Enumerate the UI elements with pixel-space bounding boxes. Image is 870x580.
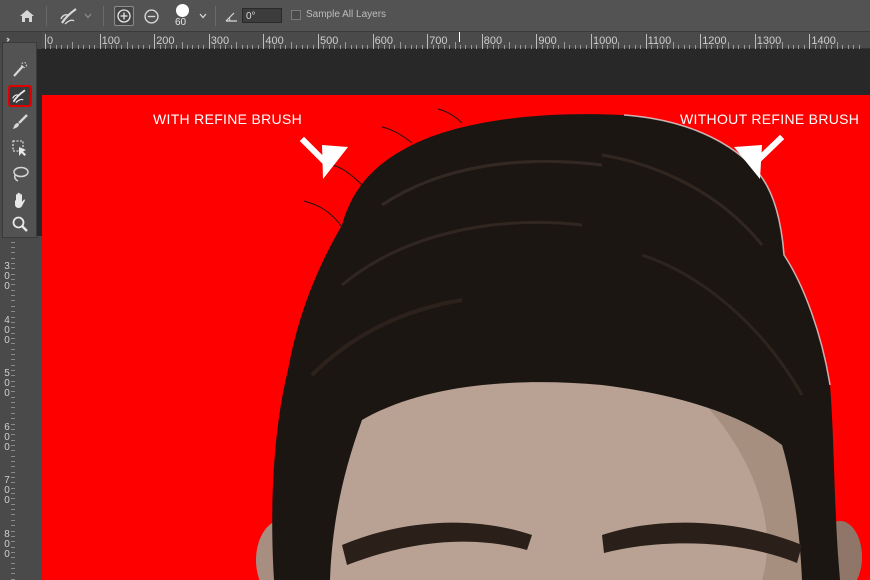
ruler-cursor-marker [459,32,460,42]
brush-size-value: 60 [175,17,187,28]
brush-dot-icon [175,4,189,17]
refine-edge-brush-tool[interactable] [8,85,32,107]
ruler-major-tick [318,34,319,49]
ruler-major-tick [154,34,156,49]
tool-preset-picker[interactable] [54,0,96,32]
quick-selection-icon [13,62,27,77]
home-button[interactable] [14,0,40,32]
sample-all-layers-label: Sample All Layers [306,9,387,20]
angle-icon [225,12,237,22]
ruler-minor-tick [126,42,128,49]
separator [215,6,216,26]
ruler-minor-tick [618,42,620,49]
document-canvas[interactable]: WITH REFINE BRUSH WITHOUT REFINE BRUSH [42,95,870,580]
hand-tool[interactable] [8,189,32,211]
angle-control [223,0,239,32]
brush-tool[interactable] [8,111,32,133]
ruler-major-tick [700,34,702,49]
ruler-major-tick [481,34,483,49]
options-bar: 60 0° Sample All Layers [0,0,870,32]
separator [103,6,104,26]
ruler-minor-tick [181,42,183,49]
minus-circle-icon [143,8,159,24]
ruler-major-tick [99,34,101,49]
ruler-minor-tick [72,42,74,49]
chevron-down-icon [84,13,91,19]
horizontal-ruler[interactable]: 0 100 200 300 400 500 600 700 800 900 1000 1100 1200… [42,32,870,49]
ruler-major-tick [263,34,265,49]
ruler-minor-tick [236,42,238,49]
ruler-minor-tick [454,42,456,49]
annotation-with-refine-brush: WITH REFINE BRUSH [153,111,302,127]
refine-edge-brush-icon [59,8,77,25]
angle-input[interactable]: 0° [242,8,282,23]
pasteboard [42,49,870,95]
plus-circle-icon [117,9,131,23]
tools-panel: ›› [2,34,37,238]
object-selection-tool[interactable] [8,137,32,159]
ruler-major-tick [591,34,592,49]
ruler-major-tick [427,34,429,49]
ruler-minor-tick [727,42,729,49]
chevron-down-icon [199,13,207,19]
refine-edge-brush-icon [12,89,26,103]
ruler-major-tick [754,34,756,49]
ruler-minor-tick [672,42,674,49]
ruler-minor-tick [836,42,838,49]
expand-detection-area-button[interactable] [112,0,136,32]
hand-icon [15,192,26,208]
ruler-minor-tick [345,42,347,49]
ruler-minor-tick [782,42,784,49]
ruler-minor-tick [399,42,401,49]
panel-collapse-icon[interactable]: ›› [6,34,10,44]
object-selection-icon [12,140,26,156]
zoom-icon [12,216,28,232]
brush-settings-dropdown[interactable] [197,0,209,32]
ruler-major-tick [45,34,46,49]
zoom-tool[interactable] [8,213,32,235]
brush-icon [13,114,28,129]
annotation-without-refine-brush: WITHOUT REFINE BRUSH [680,111,860,127]
portrait-photo [256,108,862,580]
lasso-icon [13,166,29,182]
quick-selection-tool[interactable] [8,59,32,81]
vertical-ruler-gutter [15,236,42,580]
ruler-major-tick [809,34,811,49]
ruler-minor-tick [509,42,511,49]
ruler-major-tick [372,34,374,49]
lasso-tool[interactable] [8,163,32,185]
ruler-minor-tick [563,42,565,49]
ruler-major-tick [208,34,210,49]
ruler-major-tick [645,34,647,49]
restore-original-edge-button[interactable] [140,0,162,32]
ruler-minor-tick [290,42,292,49]
home-icon [20,10,34,22]
ruler-major-tick [536,34,538,49]
brush-preview[interactable] [172,0,192,17]
separator [46,6,47,26]
sample-all-layers-checkbox[interactable] [291,10,301,20]
